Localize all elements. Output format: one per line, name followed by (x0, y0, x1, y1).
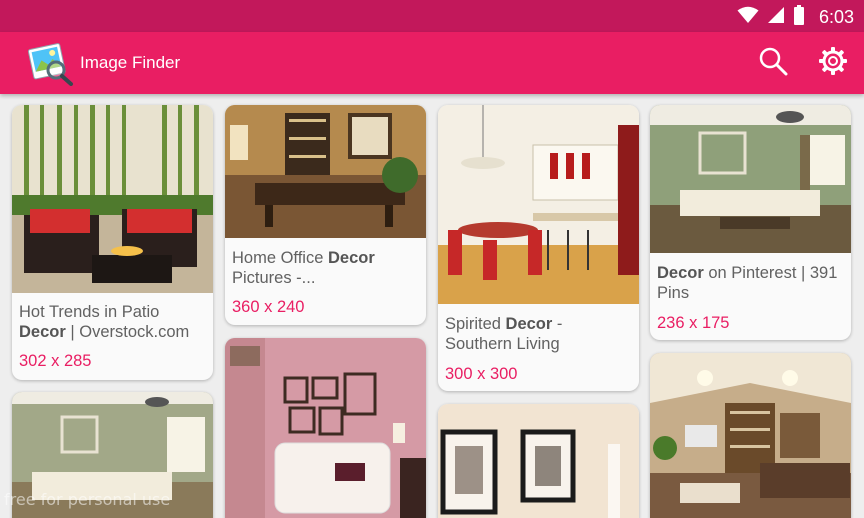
result-card[interactable] (225, 338, 426, 518)
result-card[interactable] (650, 353, 851, 518)
battery-icon (793, 4, 805, 30)
caption-keyword: Decor (657, 264, 704, 282)
settings-button[interactable] (816, 46, 850, 80)
results-grid: Hot Trends in Patio Decor | Overstock.com… (0, 94, 864, 518)
caption-keyword: Decor (505, 315, 553, 333)
result-card[interactable]: Hot Trends in Patio Decor | Overstock.com… (12, 105, 213, 380)
search-button[interactable] (756, 46, 790, 80)
result-dimensions: 360 x 240 (232, 298, 305, 316)
caption-text: | Overstock.com (65, 323, 190, 341)
result-card[interactable]: Spirited Decor - Southern Living 300 x 3… (438, 105, 639, 391)
result-card[interactable]: Decor on Pinterest | 391 Pins 236 x 175 (650, 105, 851, 340)
status-icons: 6:03 (737, 4, 854, 30)
result-dimensions: 236 x 175 (657, 314, 730, 332)
caption-keyword: Decor (327, 249, 375, 267)
result-dimensions: 302 x 285 (19, 352, 92, 370)
result-caption: Hot Trends in Patio Decor | Overstock.com (19, 302, 207, 342)
caption-text: Pictures -... (232, 269, 316, 287)
result-card[interactable] (438, 404, 639, 518)
search-icon (758, 46, 788, 81)
status-bar: 6:03 (0, 0, 864, 32)
result-image (12, 105, 213, 293)
app-title: Image Finder (80, 53, 181, 72)
result-image (650, 353, 851, 518)
app-logo-icon (26, 40, 74, 86)
result-image (438, 105, 639, 304)
signal-icon (767, 6, 785, 29)
result-dimensions: 300 x 300 (445, 365, 518, 383)
result-caption: Decor on Pinterest | 391 Pins (657, 263, 845, 303)
app-bar: Image Finder (0, 32, 864, 94)
status-time: 6:03 (818, 6, 854, 27)
result-image (650, 105, 851, 253)
result-card[interactable]: Home Office Decor Pictures -... 360 x 24… (225, 105, 426, 325)
caption-keyword: Decor (19, 323, 66, 341)
wifi-icon (737, 6, 759, 29)
result-image (225, 105, 426, 238)
watermark: free for personal use (4, 490, 171, 509)
result-caption: Home Office Decor Pictures -... (232, 248, 420, 288)
result-image (438, 404, 639, 518)
caption-text: Hot Trends in Patio (19, 303, 160, 321)
result-caption: Spirited Decor - Southern Living (445, 314, 633, 354)
caption-text: Home Office (232, 249, 328, 267)
caption-text: Spirited (445, 315, 506, 333)
settings-gear-icon (818, 46, 848, 81)
result-image (225, 338, 426, 518)
